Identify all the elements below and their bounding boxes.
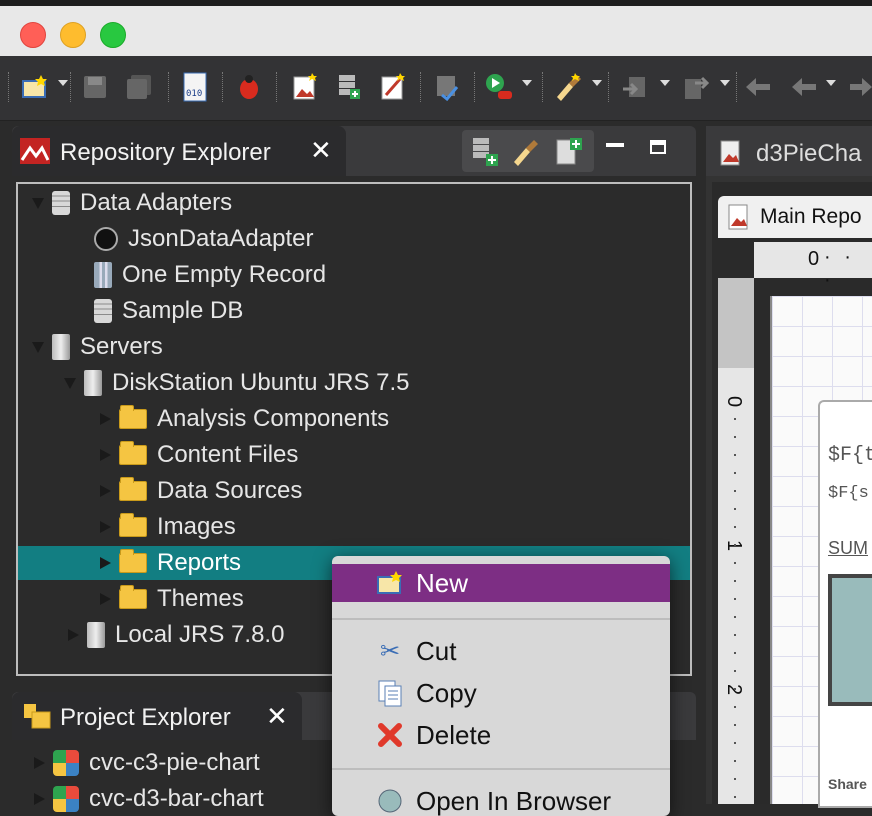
tab-repository-explorer[interactable]: Repository Explorer ✕ — [12, 126, 346, 176]
folder-icon — [119, 441, 147, 465]
edit-style-icon[interactable] — [552, 72, 582, 102]
browser-icon — [376, 787, 404, 815]
folder-icon — [119, 477, 147, 501]
project-icon — [53, 786, 79, 812]
expand-arrow-icon[interactable] — [64, 377, 76, 389]
zoom-window-button[interactable] — [100, 22, 126, 48]
collapse-arrow-icon[interactable] — [68, 629, 79, 641]
tree-item-sample-db[interactable]: Sample DB — [94, 294, 243, 328]
svg-text:010: 010 — [186, 89, 202, 99]
forward-icon[interactable] — [846, 72, 872, 102]
expand-arrow-icon[interactable] — [32, 197, 44, 209]
menu-item-delete[interactable]: Delete — [332, 716, 670, 754]
close-tab-icon[interactable]: ✕ — [310, 137, 334, 163]
collapse-arrow-icon[interactable] — [34, 757, 45, 769]
tab-editor-file[interactable]: d3PieCha — [756, 140, 861, 168]
save-icon[interactable] — [80, 72, 110, 102]
import-icon[interactable] — [620, 72, 650, 102]
repository-explorer-title: Repository Explorer — [60, 139, 271, 166]
repository-panel-toolbar — [462, 130, 594, 172]
add-data-adapter-icon[interactable] — [334, 72, 364, 102]
menu-item-cut[interactable]: ✂ Cut — [332, 632, 670, 670]
main-toolbar: 010 — [0, 56, 872, 121]
project-icon — [53, 750, 79, 776]
new-report-icon[interactable] — [20, 72, 50, 102]
server-icon — [84, 370, 102, 396]
tree-item-data-sources[interactable]: Data Sources — [100, 474, 302, 508]
folder-icon — [119, 549, 147, 573]
edit-icon[interactable] — [378, 72, 408, 102]
add-resource-icon[interactable] — [554, 136, 584, 171]
compile-icon[interactable]: 010 — [180, 72, 210, 102]
check-icon[interactable] — [432, 72, 462, 102]
folder-icon — [119, 405, 147, 429]
minimize-panel-icon[interactable] — [606, 143, 624, 147]
horizontal-ruler: 0 · · · — [754, 242, 872, 291]
json-adapter-icon — [94, 227, 118, 251]
folder-icon — [119, 585, 147, 609]
delete-icon — [376, 721, 404, 749]
server-icon — [52, 334, 70, 360]
project-item[interactable]: cvc-c3-pie-chart — [34, 746, 260, 780]
collapse-arrow-icon[interactable] — [34, 793, 45, 805]
vertical-ruler: 0 1 2 — [718, 278, 754, 804]
database-icon — [52, 191, 70, 215]
tree-item-images[interactable]: Images — [100, 510, 236, 544]
scissors-icon: ✂ — [379, 637, 401, 665]
edit-style-icon[interactable] — [510, 136, 540, 171]
tab-project-explorer[interactable]: Project Explorer ✕ — [12, 692, 302, 740]
collapse-arrow-icon[interactable] — [100, 413, 111, 425]
collapse-arrow-icon[interactable] — [100, 593, 111, 605]
run-icon[interactable] — [484, 72, 514, 102]
collapse-arrow-icon[interactable] — [100, 521, 111, 533]
repository-explorer-icon — [20, 138, 50, 164]
tree-item-analysis-components[interactable]: Analysis Components — [100, 402, 389, 436]
save-all-icon[interactable] — [124, 72, 154, 102]
ruler-corner — [718, 242, 754, 278]
minimize-window-button[interactable] — [60, 22, 86, 48]
project-explorer-icon — [22, 702, 52, 735]
project-explorer-title: Project Explorer — [60, 704, 231, 731]
folder-icon — [119, 513, 147, 537]
back-icon[interactable] — [744, 72, 774, 102]
tree-item-json-adapter[interactable]: JsonDataAdapter — [94, 222, 313, 256]
close-window-button[interactable] — [20, 22, 46, 48]
menu-item-new[interactable]: New — [332, 564, 670, 602]
context-menu: New ✂ Cut Copy Delete Open In Browser — [332, 556, 670, 816]
tree-item-servers[interactable]: Servers — [32, 330, 163, 364]
menu-item-copy[interactable]: Copy — [332, 674, 670, 712]
copy-icon — [376, 679, 404, 707]
report-canvas[interactable]: $F{t $F{s SUM Share — [770, 296, 872, 808]
tree-item-local-jrs[interactable]: Local JRS 7.8.0 — [68, 618, 284, 652]
new-image-icon[interactable] — [290, 72, 320, 102]
tree-item-diskstation[interactable]: DiskStation Ubuntu JRS 7.5 — [64, 366, 409, 400]
tree-item-one-empty-record[interactable]: One Empty Record — [94, 258, 326, 292]
tree-item-themes[interactable]: Themes — [100, 582, 244, 616]
export-icon[interactable] — [680, 72, 710, 102]
chart-element[interactable] — [828, 574, 872, 706]
subtab-main-report[interactable]: Main Repo — [718, 196, 872, 238]
report-file-icon — [720, 140, 742, 171]
new-icon — [376, 569, 404, 597]
tree-item-data-adapters[interactable]: Data Adapters — [32, 186, 232, 220]
debug-icon[interactable] — [234, 72, 264, 102]
close-tab-icon[interactable]: ✕ — [266, 703, 288, 729]
expand-arrow-icon[interactable] — [32, 341, 44, 353]
collapse-arrow-icon[interactable] — [100, 449, 111, 461]
server-icon — [87, 622, 105, 648]
database-icon — [94, 299, 112, 323]
collapse-arrow-icon[interactable] — [100, 557, 111, 569]
report-file-icon — [728, 204, 750, 235]
empty-record-icon — [94, 262, 112, 288]
menu-item-open-in-browser[interactable]: Open In Browser — [332, 782, 670, 816]
maximize-panel-icon[interactable] — [650, 140, 666, 154]
window-titlebar — [0, 0, 872, 56]
collapse-arrow-icon[interactable] — [100, 485, 111, 497]
project-item[interactable]: cvc-d3-bar-chart — [34, 782, 264, 816]
add-data-adapter-icon[interactable] — [470, 136, 500, 171]
back-arrow-icon[interactable] — [790, 72, 820, 102]
tree-item-content-files[interactable]: Content Files — [100, 438, 298, 472]
